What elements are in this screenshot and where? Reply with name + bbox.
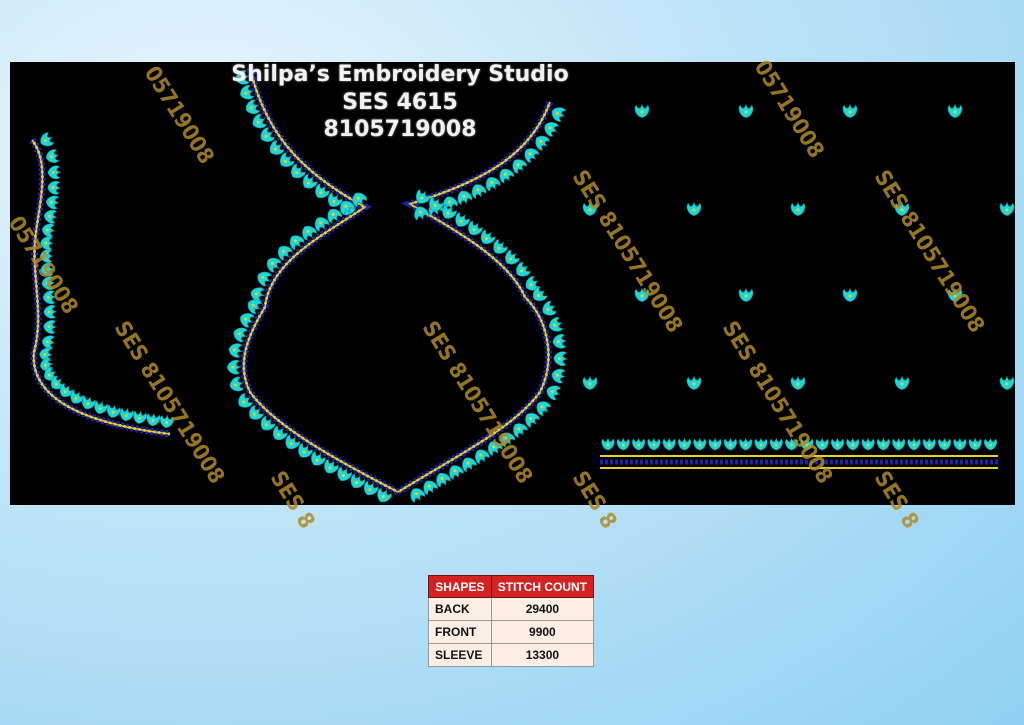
flower-motif bbox=[723, 437, 737, 451]
shape-cell: BACK bbox=[428, 597, 492, 621]
flower-motif bbox=[226, 359, 242, 375]
flower-motif bbox=[546, 385, 562, 401]
flower-motif bbox=[457, 190, 473, 206]
flower-motif bbox=[40, 132, 55, 147]
shape-cell: FRONT bbox=[428, 620, 492, 644]
flower-motif bbox=[45, 195, 60, 210]
flower-motif bbox=[601, 437, 615, 451]
flower-motif bbox=[647, 437, 661, 451]
flower-motif bbox=[133, 410, 147, 424]
flower-motif bbox=[831, 437, 844, 451]
table-header-row: SHAPES STITCH COUNT bbox=[428, 575, 595, 598]
column-header-stitch-count: STITCH COUNT bbox=[490, 575, 595, 598]
table-row: SLEEVE 13300 bbox=[428, 643, 595, 667]
studio-phone: 8105719008 bbox=[323, 117, 477, 142]
flower-motif bbox=[119, 407, 134, 422]
flower-motif bbox=[146, 412, 161, 427]
flower-motif bbox=[616, 437, 630, 451]
flower-motif bbox=[842, 103, 858, 118]
flower-motif bbox=[47, 180, 62, 195]
flower-motif bbox=[738, 103, 754, 118]
flower-motif bbox=[542, 301, 557, 316]
flower-motif bbox=[552, 334, 567, 349]
table-row: BACK 29400 bbox=[428, 597, 595, 621]
flower-motif bbox=[708, 437, 722, 451]
flower-motif bbox=[516, 261, 531, 277]
flower-motif bbox=[229, 376, 244, 392]
flower-motif bbox=[938, 437, 952, 451]
flower-motif bbox=[894, 375, 910, 390]
table-row: FRONT 9900 bbox=[428, 620, 595, 644]
flower-motif bbox=[678, 437, 691, 451]
flower-motif bbox=[739, 437, 753, 451]
flower-motif bbox=[632, 437, 646, 451]
flower-motif bbox=[693, 437, 707, 451]
design-code: SES 4615 bbox=[342, 90, 458, 115]
flower-motif bbox=[548, 317, 564, 332]
embroidery-design-canvas: Shilpa’s Embroidery Studio SES 4615 8105… bbox=[3, 56, 1015, 533]
flower-motif bbox=[922, 437, 936, 451]
flower-motif bbox=[551, 368, 566, 384]
flower-motif bbox=[553, 351, 568, 366]
flower-motif bbox=[947, 103, 963, 118]
flower-motif bbox=[892, 437, 906, 451]
stitch-count-table: SHAPES STITCH COUNT BACK 29400 FRONT 990… bbox=[428, 575, 595, 667]
flower-motif bbox=[968, 437, 982, 451]
flower-motif bbox=[754, 437, 768, 451]
flower-motif bbox=[842, 287, 858, 302]
shape-cell: SLEEVE bbox=[428, 643, 492, 667]
flower-motif bbox=[662, 437, 676, 451]
flower-motif bbox=[43, 209, 58, 224]
flower-motif bbox=[769, 437, 783, 451]
flower-motif bbox=[984, 437, 997, 451]
flower-motif bbox=[876, 437, 890, 451]
flower-motif bbox=[47, 165, 62, 180]
count-cell: 9900 bbox=[490, 620, 595, 644]
flower-motif bbox=[953, 437, 967, 451]
flower-motif bbox=[738, 287, 754, 302]
flower-motif bbox=[907, 437, 921, 451]
flower-motif bbox=[582, 375, 598, 390]
flower-motif bbox=[41, 223, 56, 238]
count-cell: 29400 bbox=[490, 597, 595, 621]
flower-motif bbox=[41, 335, 56, 350]
flower-motif bbox=[634, 103, 650, 118]
flower-motif bbox=[790, 201, 806, 216]
count-cell: 13300 bbox=[490, 643, 595, 667]
flower-motif bbox=[999, 201, 1015, 216]
flower-motif bbox=[846, 437, 860, 451]
studio-name: Shilpa’s Embroidery Studio bbox=[231, 62, 569, 87]
flower-motif bbox=[686, 201, 702, 216]
flower-motif bbox=[999, 375, 1015, 390]
flower-motif bbox=[228, 343, 243, 358]
flower-motif bbox=[43, 320, 57, 334]
flower-motif bbox=[45, 149, 60, 163]
column-header-shapes: SHAPES bbox=[428, 575, 492, 598]
flower-motif bbox=[790, 375, 806, 390]
flower-motif bbox=[861, 437, 875, 451]
flower-motif bbox=[686, 375, 702, 390]
